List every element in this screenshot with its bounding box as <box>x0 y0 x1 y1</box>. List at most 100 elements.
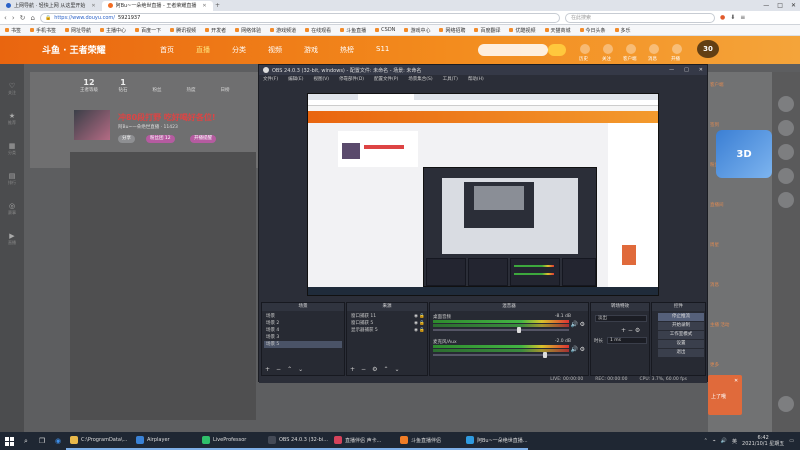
speaker-icon[interactable]: 🔊 <box>571 321 578 328</box>
bookmark-item[interactable]: 百度一下 <box>135 27 161 34</box>
volume-slider[interactable] <box>433 327 569 333</box>
browser-tab-nav[interactable]: 上网导航 · 轻快上网 从这里开始 ✕ <box>0 1 102 11</box>
close-icon[interactable]: ✕ <box>734 378 738 384</box>
menu-icon[interactable]: ≡ <box>740 14 745 21</box>
input-language[interactable]: 英 <box>732 438 737 445</box>
douyu-search-button[interactable] <box>548 44 566 56</box>
browser-search-input[interactable]: 在此搜索 <box>564 12 715 23</box>
taskbar-app[interactable]: C:\ProgramData\... <box>66 432 132 450</box>
bookmark-item[interactable]: 网址导航 <box>65 27 91 34</box>
broadcast-icon[interactable] <box>672 44 682 54</box>
close-tab-icon[interactable]: ✕ <box>91 3 95 9</box>
bookmark-item[interactable]: 腾讯视频 <box>170 27 196 34</box>
source-item[interactable]: 显示器捕获 5 ◉ 🔒 <box>349 327 425 334</box>
taskbar-app[interactable]: 直播伴侣 声卡... <box>330 432 396 450</box>
bookmark-item[interactable]: 主播中心 <box>100 27 126 34</box>
slider-knob[interactable] <box>517 327 521 333</box>
client-icon[interactable] <box>626 44 636 54</box>
bookmark-item[interactable]: 网络招聘 <box>439 27 465 34</box>
side-tool-icon[interactable] <box>778 168 794 184</box>
source-item[interactable]: 窗口捕获 11 ◉ 🔒 <box>349 313 425 320</box>
taskbar-app[interactable]: LiveProfessor <box>198 432 264 450</box>
bookmark-item[interactable]: 游戏中心 <box>404 27 430 34</box>
browser-tab-douyu[interactable]: 阿Bu~一朵绝世直播 - 王者荣耀直播 ✕ <box>101 0 213 11</box>
add-icon[interactable]: + <box>350 366 355 373</box>
douyu-nav-item[interactable]: S11 <box>376 45 389 55</box>
bookmark-item[interactable]: 天猫商城 <box>544 27 571 34</box>
new-tab-button[interactable]: + <box>213 2 223 9</box>
obs-menu-item[interactable]: 配置文件(P) <box>374 76 398 82</box>
settings-button[interactable]: 设置 <box>658 340 704 348</box>
maximize-button[interactable]: □ <box>777 2 783 9</box>
move-up-icon[interactable]: ⌃ <box>287 366 292 373</box>
slider-knob[interactable] <box>543 352 547 358</box>
side-tool-icon[interactable] <box>778 96 794 112</box>
gear-icon[interactable]: ⚙ <box>372 366 377 373</box>
rail-item[interactable]: ▦ 分类 <box>4 142 20 158</box>
close-window-button[interactable]: ✕ <box>699 67 703 73</box>
rail-item[interactable]: ▶ 直播 <box>4 232 20 248</box>
bookmark-item[interactable]: 开发者 <box>205 27 226 34</box>
obs-preview[interactable] <box>307 93 659 296</box>
bookmark-item[interactable]: 今日头条 <box>579 27 606 34</box>
obs-menu-item[interactable]: 文件(F) <box>263 76 278 82</box>
duration-input[interactable]: 1 ms <box>607 337 647 344</box>
scene-item-selected[interactable]: 场景 5 <box>264 341 342 348</box>
close-tab-icon[interactable]: ✕ <box>202 3 206 9</box>
network-icon[interactable]: ⌁ <box>713 438 716 444</box>
obs-menu-item[interactable]: 停靠部件(D) <box>339 76 364 82</box>
douyu-nav-item[interactable]: 分类 <box>232 45 246 55</box>
fan-club-button[interactable]: 粉丝团 12 <box>146 135 175 143</box>
bookmark-item[interactable]: 优酷视频 <box>509 27 536 34</box>
forward-icon[interactable]: › <box>12 14 15 22</box>
bookmark-item[interactable]: 书签 <box>5 27 21 34</box>
bookmark-item[interactable]: 在线观看 <box>305 27 331 34</box>
exit-button[interactable]: 退出 <box>658 349 704 357</box>
rail-item[interactable]: ▤ 排行 <box>4 172 20 188</box>
bookmark-item[interactable]: 游戏频道 <box>270 27 296 34</box>
rail-item[interactable]: ◎ 赛事 <box>4 202 20 218</box>
task-view-icon[interactable]: ❐ <box>34 432 50 450</box>
douyu-search-input[interactable] <box>478 44 548 56</box>
obs-menu-item[interactable]: 帮助(H) <box>468 76 484 82</box>
remove-icon[interactable]: − <box>361 366 366 373</box>
taskbar-app[interactable]: 阿Bu~一朵绝世直播... <box>462 432 528 450</box>
refresh-icon[interactable]: ↻ <box>20 14 26 22</box>
obs-menu-item[interactable]: 场景集合(S) <box>408 76 432 82</box>
studio-mode-button[interactable]: 工作室模式 <box>658 331 704 339</box>
clock[interactable]: 6:42 2021/10/1 星期五 <box>742 435 784 447</box>
url-input[interactable]: 🔒 https://www.douyu.com/5921937 <box>39 12 560 23</box>
douyu-nav-item[interactable]: 热榜 <box>340 45 354 55</box>
side-tool-icon[interactable] <box>778 396 794 412</box>
douyu-logo[interactable]: 斗鱼 · 王者荣耀 <box>42 43 106 56</box>
eye-icon[interactable]: ◉ 🔒 <box>414 320 425 327</box>
move-down-icon[interactable]: ⌄ <box>394 366 399 373</box>
add-icon[interactable]: + <box>265 366 270 373</box>
bookmark-item[interactable]: 多乐 <box>614 27 631 34</box>
taskbar-app[interactable]: OBS 24.0.3 (32-bi... <box>264 432 330 450</box>
volume-slider[interactable] <box>433 352 569 358</box>
eye-icon[interactable]: ◉ 🔒 <box>414 313 425 320</box>
gear-icon[interactable]: ⚙ <box>580 321 585 328</box>
tray-chevron-icon[interactable]: ⌃ <box>704 438 708 444</box>
bookmark-item[interactable]: 百度翻译 <box>474 27 500 34</box>
transition-select[interactable]: 淡出 <box>595 315 647 322</box>
stop-streaming-button[interactable]: 停止推流 <box>658 313 704 321</box>
side-tool-icon[interactable] <box>778 120 794 136</box>
video-player[interactable] <box>70 152 256 420</box>
volume-icon[interactable]: 🔊 <box>721 438 727 444</box>
share-button[interactable]: 分享 <box>118 135 135 143</box>
douyu-nav-item[interactable]: 视频 <box>268 45 282 55</box>
live-reminder-button[interactable]: 开播提醒 <box>190 135 216 143</box>
taskbar-app[interactable]: 斗鱼直播伴侣 <box>396 432 462 450</box>
douyu-nav-item[interactable]: 游戏 <box>304 45 318 55</box>
browser-taskbar-icon[interactable]: ◉ <box>50 432 66 450</box>
remove-icon[interactable]: − <box>276 366 281 373</box>
scene-item[interactable]: 场景 4 <box>264 327 342 334</box>
taskbar-app[interactable]: Airplayer <box>132 432 198 450</box>
side-tool-icon[interactable] <box>778 192 794 208</box>
history-icon[interactable] <box>580 44 590 54</box>
notification-icon[interactable]: ▭ <box>789 438 794 444</box>
extension-icon[interactable]: ● <box>720 14 725 21</box>
maximize-button[interactable]: □ <box>684 67 689 73</box>
